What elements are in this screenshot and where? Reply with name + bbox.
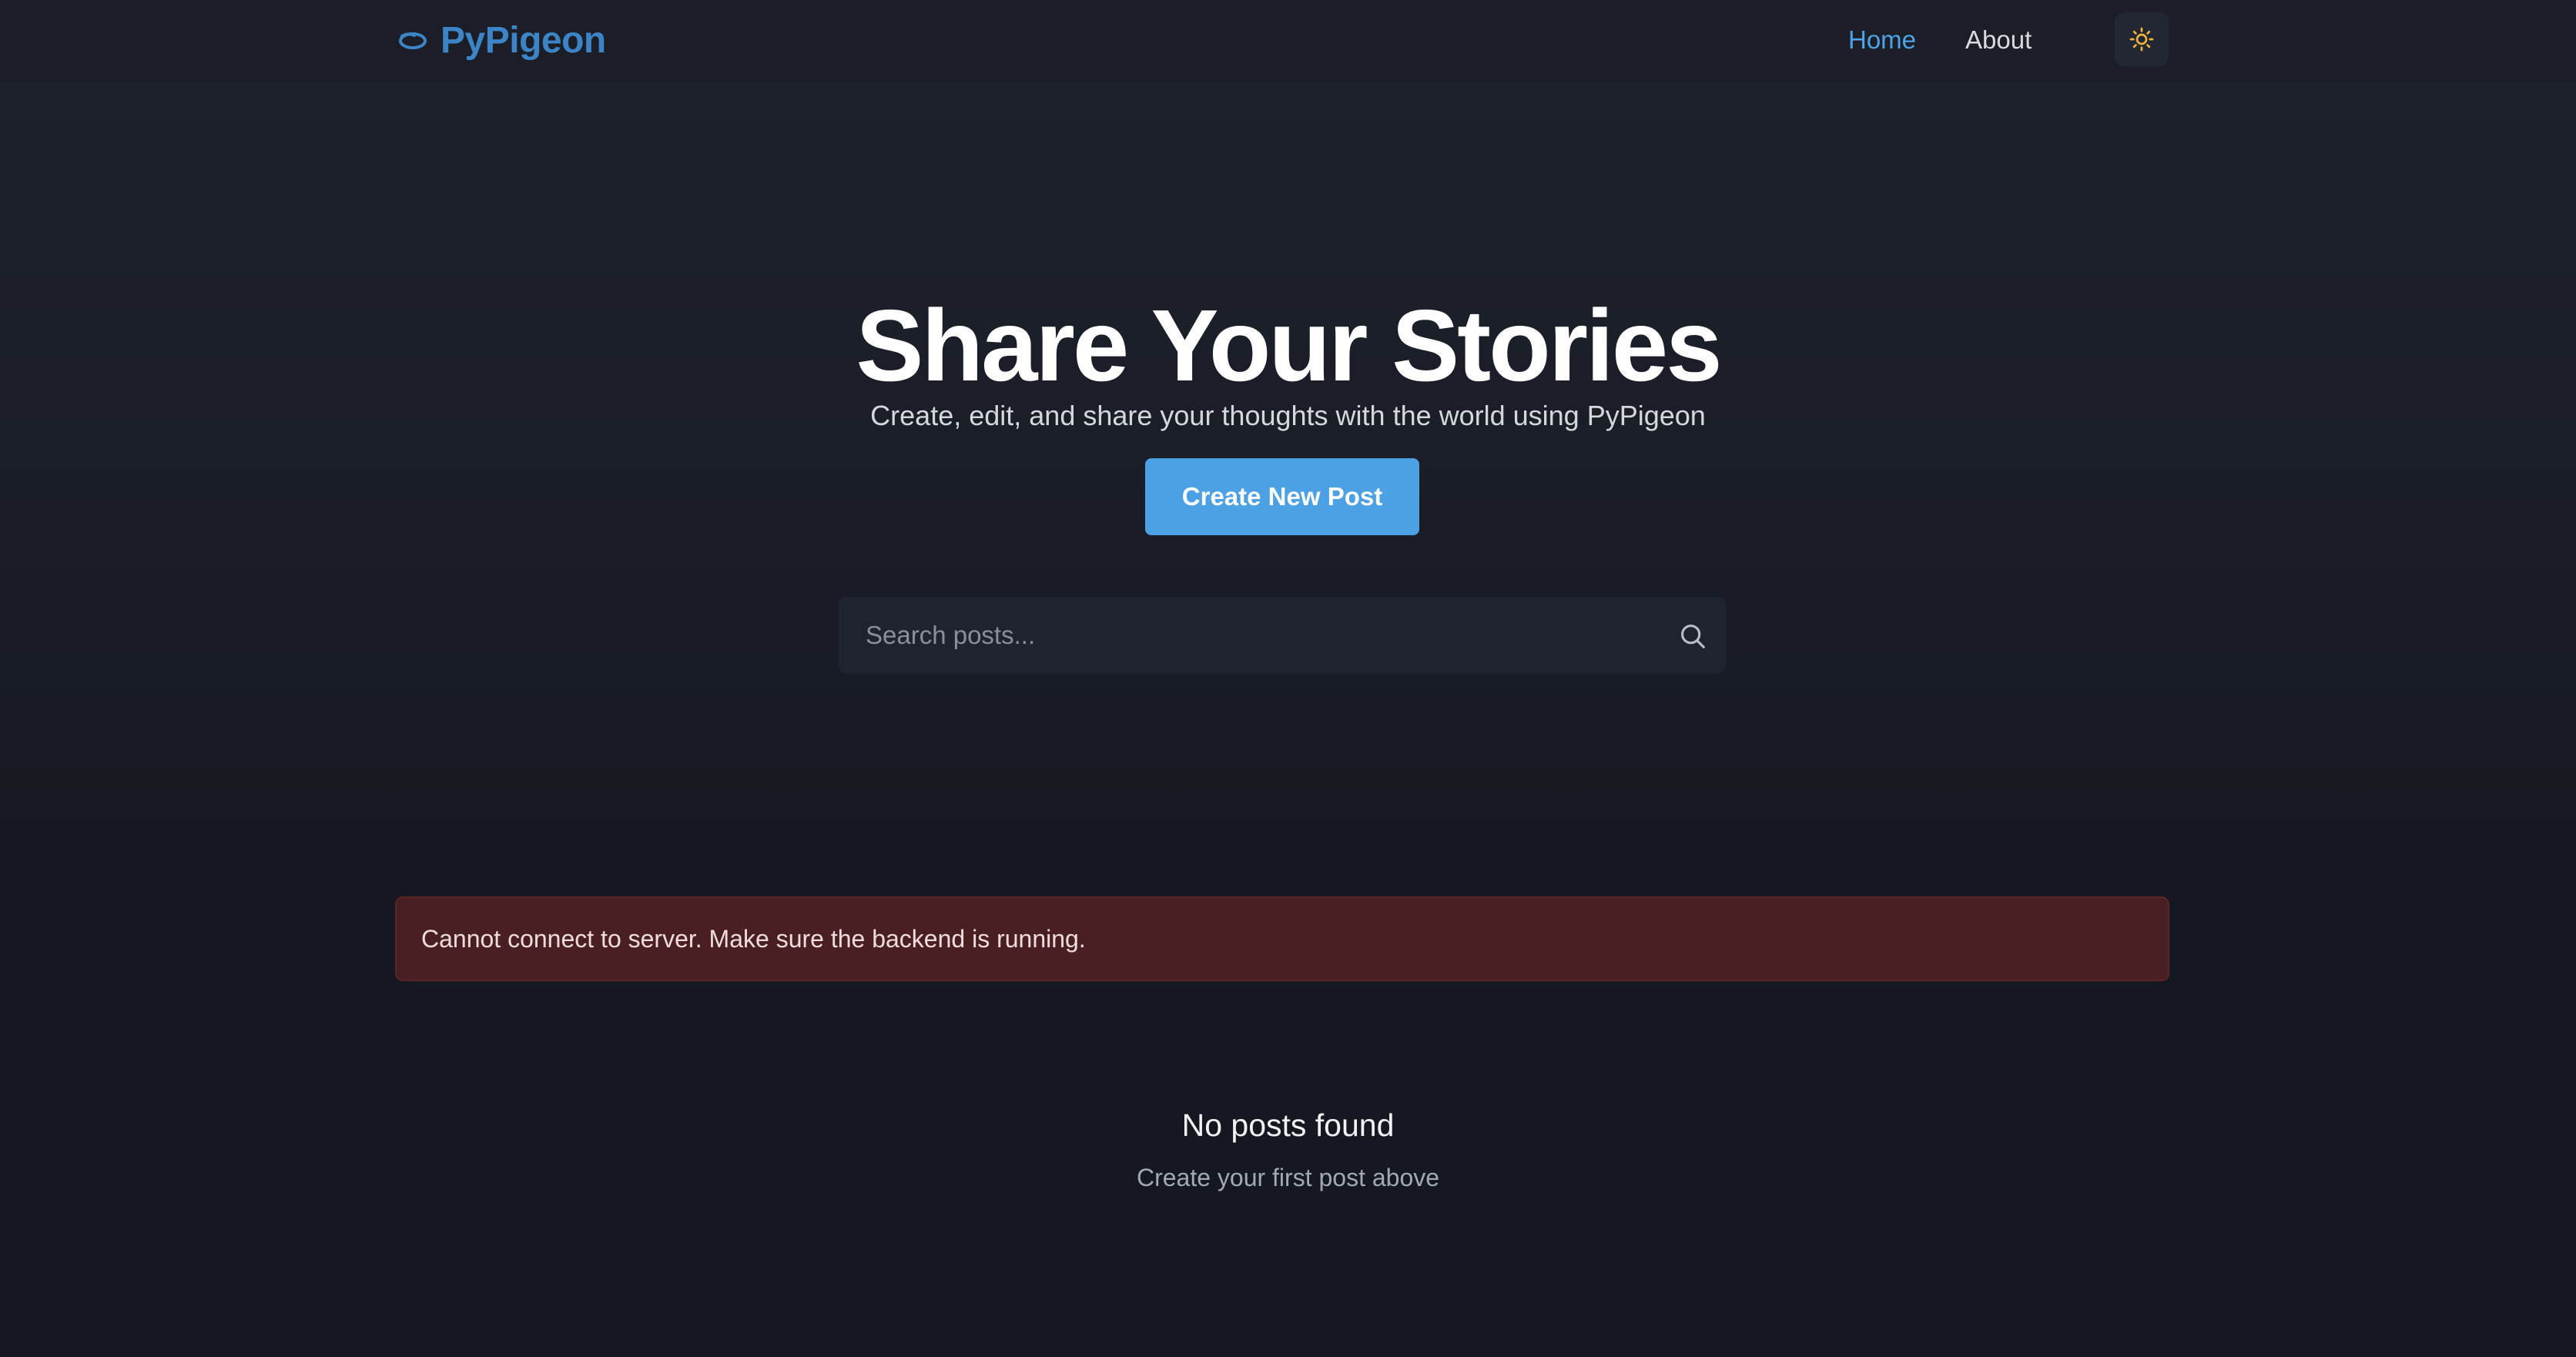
empty-state-subtitle: Create your first post above xyxy=(1136,1164,1440,1191)
theme-toggle-button[interactable] xyxy=(2115,12,2169,66)
navbar: PyPigeon Home About xyxy=(0,0,2576,84)
brand-name: PyPigeon xyxy=(440,19,606,61)
nav-link-home[interactable]: Home xyxy=(1848,25,1916,55)
search-input[interactable] xyxy=(839,597,1640,674)
pigeon-logo-icon xyxy=(399,32,427,49)
hero-title: Share Your Stories xyxy=(856,289,1722,403)
hero-subtitle: Create, edit, and share your thoughts wi… xyxy=(870,400,1706,431)
error-message: Cannot connect to server. Make sure the … xyxy=(421,924,1086,953)
error-alert: Cannot connect to server. Make sure the … xyxy=(395,896,2169,981)
nav-link-about[interactable]: About xyxy=(1965,25,2032,55)
search-bar xyxy=(839,597,1726,674)
brand-logo[interactable]: PyPigeon xyxy=(397,15,606,65)
search-icon[interactable] xyxy=(1678,622,1707,651)
empty-state-title: No posts found xyxy=(1181,1107,1395,1143)
nav-links: Home About xyxy=(1848,15,2032,65)
hero-section: Share Your Stories Create, edit, and sha… xyxy=(0,84,2576,820)
create-new-post-button[interactable]: Create New Post xyxy=(1145,458,1419,535)
sun-icon xyxy=(2129,27,2154,52)
